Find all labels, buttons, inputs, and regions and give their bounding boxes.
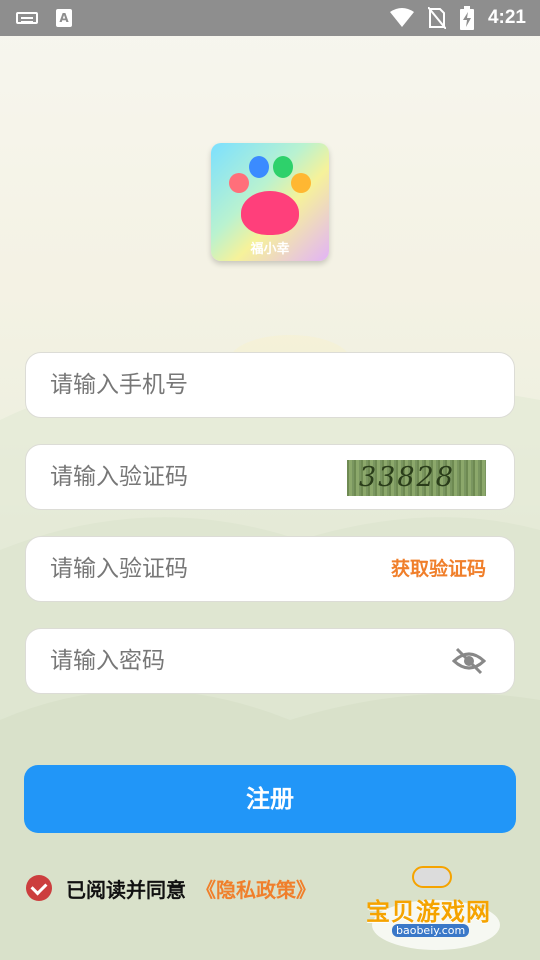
paw-icon	[241, 191, 299, 235]
watermark: 宝贝游戏网 baobeiy.com	[362, 862, 512, 952]
paw-toe	[291, 173, 311, 193]
privacy-policy-link[interactable]: 《隐私政策》	[196, 874, 316, 903]
app-logo: 福小幸	[211, 143, 329, 261]
password-input[interactable]: 请输入密码	[25, 628, 515, 694]
register-button[interactable]: 注册	[24, 765, 516, 833]
image-captcha-placeholder: 请输入验证码	[50, 464, 188, 490]
paw-toe	[273, 156, 293, 178]
password-placeholder: 请输入密码	[50, 648, 165, 674]
phone-placeholder: 请输入手机号	[50, 372, 188, 398]
captcha-text: 33828	[359, 462, 455, 493]
eye-hidden-icon[interactable]	[452, 647, 486, 675]
sms-code-input[interactable]: 请输入验证码 获取验证码	[25, 536, 515, 602]
battery-charging-icon	[459, 6, 474, 30]
paw-toe	[229, 173, 249, 193]
agreement-text: 已阅读并同意	[66, 877, 186, 902]
agreement-row: 已阅读并同意 《隐私政策》	[26, 874, 316, 902]
agreement-checkbox[interactable]	[26, 875, 52, 901]
watermark-url: baobeiy.com	[392, 924, 470, 937]
no-sim-icon	[427, 7, 446, 29]
get-code-button[interactable]: 获取验证码	[391, 537, 486, 601]
image-captcha-input[interactable]: 请输入验证码 33828	[25, 444, 515, 510]
watermark-title: 宝贝游戏网	[366, 898, 491, 926]
wifi-icon	[389, 8, 414, 27]
sms-code-placeholder: 请输入验证码	[50, 556, 188, 582]
logo-text: 福小幸	[250, 242, 290, 257]
phone-input[interactable]: 请输入手机号	[25, 352, 515, 418]
status-time: 4:21	[487, 7, 526, 28]
status-bar: A 4:21	[0, 0, 540, 36]
paw-toe	[249, 156, 269, 178]
a-icon: A	[56, 9, 72, 27]
gamepad-icon	[412, 866, 452, 888]
captcha-image[interactable]: 33828	[347, 460, 486, 496]
keyboard-icon	[16, 12, 38, 24]
